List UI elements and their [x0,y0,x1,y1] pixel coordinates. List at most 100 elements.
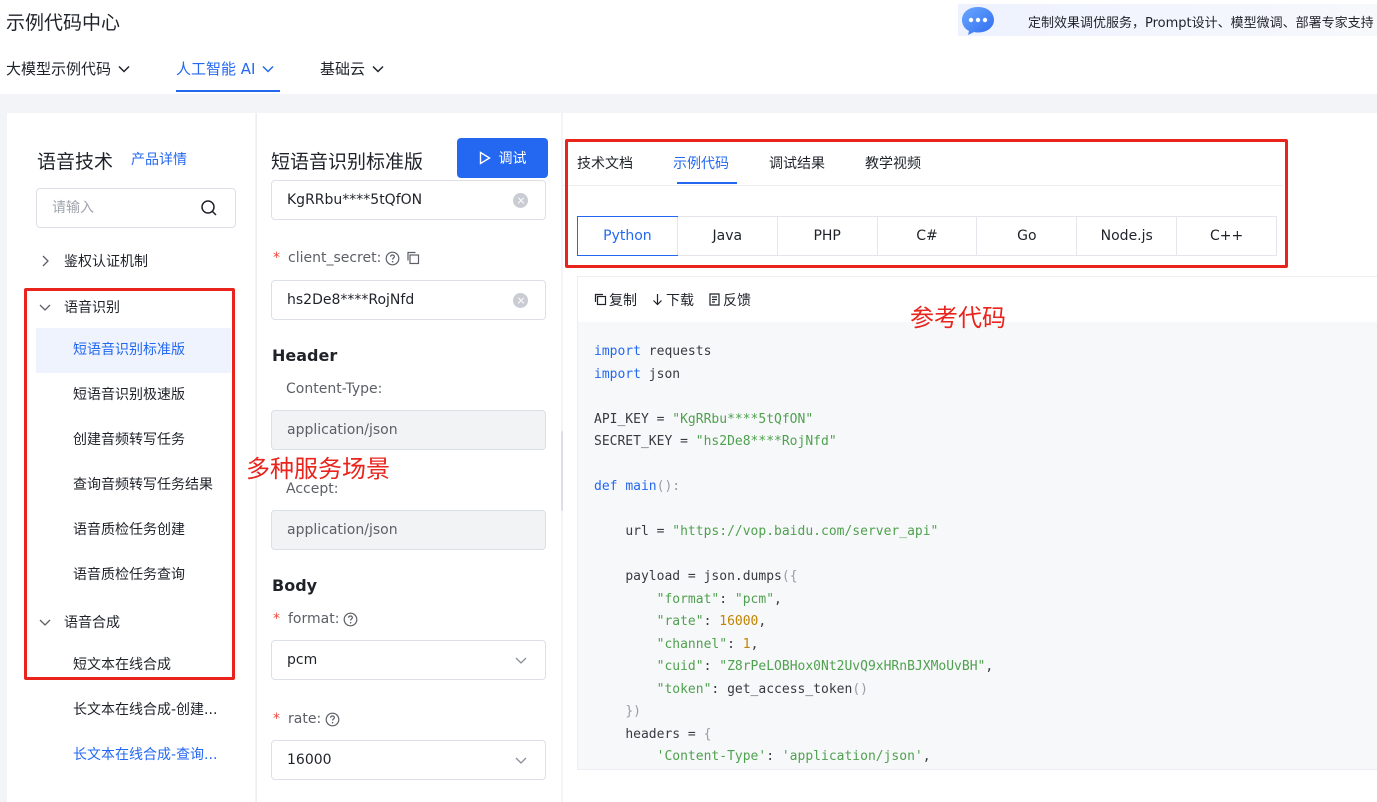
code-string: "rate" [656,614,704,629]
help-icon[interactable] [325,712,340,727]
api-title: 短语音识别标准版 [271,151,424,173]
copy-icon [594,293,607,306]
active-tab-indicator [677,182,737,184]
code-token: get_access_token [727,681,853,697]
group-auth[interactable]: 鉴权认证机制 [38,251,148,271]
code-function: main [625,479,657,494]
lang-go[interactable]: Go [976,217,1076,255]
copy-icon[interactable] [406,251,420,265]
nav-tab-label: 基础云 [320,60,366,78]
debug-button[interactable]: 调试 [457,138,548,178]
content-type-field: application/json [271,410,546,450]
chevron-down-icon [515,757,527,764]
code-string: "channel" [656,636,728,652]
feedback-button[interactable]: 反馈 [708,290,751,310]
nav-tab-llm-samples[interactable]: 大模型示例代码 [6,58,131,79]
sidebar-item-short-standard[interactable]: 短语音识别标准版 [36,328,231,373]
code-string: "hs2De8****RojNfd" [695,434,837,449]
code-string: 'application/json' [781,749,923,764]
group-speech-synthesis[interactable]: 语音合成 [38,612,120,632]
client-id-field[interactable]: KgRRbu****5tQfON [271,180,546,220]
lang-csharp[interactable]: C# [876,217,977,255]
nav-tab-label: 人工智能 AI [176,60,256,78]
sidebar-item-query-transcription[interactable]: 查询音频转写任务结果 [36,463,231,508]
chevron-down-icon [39,619,51,626]
sidebar-item-qc-query[interactable]: 语音质检任务查询 [36,553,231,598]
code-keyword: import [594,366,641,382]
feedback-label: 反馈 [723,292,751,309]
copy-label: 复制 [609,292,637,309]
download-label: 下载 [666,292,694,309]
code-string: "cuid" [656,659,704,674]
sidebar-item-short-fast[interactable]: 短语音识别极速版 [36,373,231,418]
code-panel: 技术文档 示例代码 调试结果 教学视频 Python Java PHP C# G… [563,113,1377,802]
sidebar-title: 语音技术 [37,151,114,173]
help-icon[interactable] [385,251,400,266]
debug-label: 调试 [498,151,527,167]
download-icon [653,294,662,306]
sidebar-item-long-tts-create[interactable]: 长文本在线合成-创建... [36,688,231,733]
format-select[interactable]: pcm [271,640,546,680]
required-mark: * [273,250,280,266]
annotation-scenarios: 多种服务场景 [246,455,390,483]
promo-banner[interactable]: 定制效果调优服务，Prompt设计、模型微调、部署专家支持 [958,4,1377,36]
chevron-down-icon [372,65,384,73]
tab-tutorial-video[interactable]: 教学视频 [865,153,921,173]
lang-cpp[interactable]: C++ [1176,217,1276,255]
client-id-value: KgRRbu****5tQfON [287,192,423,208]
sidebar-item-qc-create[interactable]: 语音质检任务创建 [36,508,231,553]
nav-tab-ai[interactable]: 人工智能 AI [176,58,275,79]
help-icon[interactable] [343,612,358,627]
client-secret-label: * client_secret: [273,250,420,266]
copy-code-button[interactable]: 复制 [594,290,637,310]
client-secret-field[interactable]: hs2De8****RojNfd [271,280,546,320]
lang-php[interactable]: PHP [776,217,877,255]
nav-tab-label: 大模型示例代码 [6,60,112,78]
format-label: * format: [273,611,358,627]
group-speech-recognition[interactable]: 语音识别 [38,297,120,317]
rate-select[interactable]: 16000 [271,740,546,780]
lang-nodejs[interactable]: Node.js [1076,217,1176,255]
client-secret-label-text: client_secret: [288,250,382,266]
code-string: "https://vop.baidu.com/server_api" [672,524,939,539]
required-mark: * [273,711,280,727]
code-body[interactable]: import requests import json API_KEY = "K… [578,322,1377,769]
code-keyword: def [594,479,618,494]
lang-python[interactable]: Python [577,216,678,256]
clear-icon[interactable] [513,193,528,208]
code-token: requests [648,344,712,359]
content-tabs: 技术文档 示例代码 调试结果 教学视频 [577,153,921,173]
group-label: 语音识别 [64,300,120,316]
code-string: "Z8rPeLOBHox0Nt2UvQ9xHRnBJXMoUvBH" [719,659,986,674]
rate-value: 16000 [287,752,332,768]
code-string: "token" [656,681,712,697]
chevron-down-icon [262,65,274,73]
group-label: 鉴权认证机制 [64,254,148,270]
lang-java[interactable]: Java [676,217,777,255]
app-title: 示例代码中心 [6,12,121,34]
download-code-button[interactable]: 下载 [651,290,694,310]
code-number: 1 [742,636,751,652]
tab-tech-docs[interactable]: 技术文档 [577,153,633,173]
product-detail-link[interactable]: 产品详情 [131,149,187,169]
sidebar-item-long-tts-query[interactable]: 长文本在线合成-查询... [36,733,231,778]
search-icon[interactable] [200,199,218,217]
content-type-label: Content-Type: [286,381,383,397]
top-header: 示例代码中心 定制效果调优服务，Prompt设计、模型微调、部署专家支持 大模型… [0,0,1377,94]
annotation-reference-code: 参考代码 [910,304,1006,332]
nav-tab-cloud[interactable]: 基础云 [320,58,385,79]
chevron-down-icon [118,65,130,73]
tab-debug-result[interactable]: 调试结果 [769,153,825,173]
code-number: 16000 [719,614,759,629]
clear-icon[interactable] [513,293,528,308]
language-selector: Python Java PHP C# Go Node.js C++ [577,216,1277,256]
code-string: "pcm" [734,591,775,607]
sidebar-item-short-tts[interactable]: 短文本在线合成 [36,643,231,688]
code-box: 复制 下载 反馈 import requests import json API… [577,276,1377,770]
sidebar-item-create-transcription[interactable]: 创建音频转写任务 [36,418,231,463]
content-type-value: application/json [287,422,398,438]
code-string: "format" [656,591,720,607]
code-string: "KgRRbu****5tQfON" [672,411,814,427]
client-secret-value: hs2De8****RojNfd [287,292,415,308]
tab-sample-code[interactable]: 示例代码 [673,153,729,173]
